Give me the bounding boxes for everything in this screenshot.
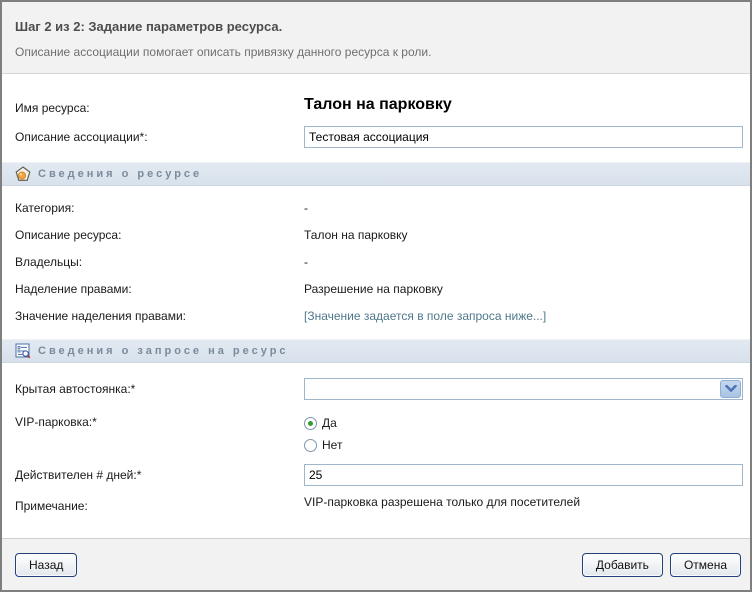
owners-label: Владельцы: bbox=[15, 255, 304, 269]
association-description-input[interactable] bbox=[304, 126, 743, 148]
category-value: - bbox=[304, 201, 750, 215]
detail-row-entitlement-value: Значение наделения правами: [Значение за… bbox=[2, 302, 750, 329]
vip-parking-label: VIP-парковка:* bbox=[15, 412, 304, 429]
vip-yes-label: Да bbox=[322, 416, 337, 430]
footer-bar: Назад Добавить Отмена bbox=[2, 538, 750, 590]
request-details-section-bar: Сведения о запросе на ресурс bbox=[2, 339, 750, 363]
note-value: VIP-парковка разрешена только для посети… bbox=[304, 495, 750, 509]
vip-parking-option-yes[interactable]: Да bbox=[304, 412, 743, 434]
entitlement-value: Разрешение на парковку bbox=[304, 282, 750, 296]
valid-days-row: Действителен # дней:* bbox=[2, 464, 750, 486]
note-label: Примечание: bbox=[15, 495, 304, 513]
page-subtitle: Описание ассоциации помогает описать при… bbox=[15, 45, 736, 59]
entitlement-value-label: Значение наделения правами: bbox=[15, 309, 304, 323]
vip-parking-row: VIP-парковка:* Да Нет bbox=[2, 412, 750, 456]
chevron-down-icon[interactable] bbox=[720, 380, 741, 398]
resource-details-section-bar: Сведения о ресурсе bbox=[2, 162, 750, 186]
covered-parking-row: Крытая автостоянка:* bbox=[2, 378, 750, 400]
entitlement-value-note: [Значение задается в поле запроса ниже..… bbox=[304, 309, 750, 323]
request-details-section-title: Сведения о запросе на ресурс bbox=[38, 345, 289, 357]
detail-row-entitlement: Наделение правами: Разрешение на парковк… bbox=[2, 275, 750, 302]
valid-days-input[interactable] bbox=[304, 464, 743, 486]
vip-parking-option-no[interactable]: Нет bbox=[304, 434, 743, 456]
association-description-row: Описание ассоциации*: bbox=[2, 126, 750, 148]
resource-description-value: Талон на парковку bbox=[304, 228, 750, 242]
association-description-label: Описание ассоциации*: bbox=[15, 126, 304, 144]
wizard-header: Шаг 2 из 2: Задание параметров ресурса. … bbox=[2, 2, 750, 74]
form-content: Имя ресурса: Талон на парковку Описание … bbox=[2, 74, 750, 538]
detail-row-category: Категория: - bbox=[2, 194, 750, 221]
resource-description-label: Описание ресурса: bbox=[15, 228, 304, 242]
covered-parking-label: Крытая автостоянка:* bbox=[15, 378, 304, 396]
note-row: Примечание: VIP-парковка разрешена тольк… bbox=[2, 495, 750, 513]
resource-name-value: Талон на парковку bbox=[304, 96, 452, 113]
add-button[interactable]: Добавить bbox=[582, 553, 663, 577]
back-button[interactable]: Назад bbox=[15, 553, 77, 577]
vip-no-label: Нет bbox=[322, 438, 342, 452]
page-title: Шаг 2 из 2: Задание параметров ресурса. bbox=[15, 19, 736, 34]
radio-selected-icon[interactable] bbox=[304, 417, 317, 430]
wizard-dialog: Шаг 2 из 2: Задание параметров ресурса. … bbox=[0, 0, 752, 592]
list-magnifier-icon bbox=[15, 343, 31, 359]
resource-details-list: Категория: - Описание ресурса: Талон на … bbox=[2, 186, 750, 331]
gem-badge-icon bbox=[15, 166, 31, 182]
entitlement-label: Наделение правами: bbox=[15, 282, 304, 296]
valid-days-label: Действителен # дней:* bbox=[15, 464, 304, 482]
resource-name-row: Имя ресурса: Талон на парковку bbox=[2, 96, 750, 115]
resource-details-section-title: Сведения о ресурсе bbox=[38, 168, 202, 180]
cancel-button[interactable]: Отмена bbox=[670, 553, 741, 577]
covered-parking-select[interactable] bbox=[304, 378, 743, 400]
detail-row-owners: Владельцы: - bbox=[2, 248, 750, 275]
resource-name-label: Имя ресурса: bbox=[15, 96, 304, 115]
detail-row-resource-description: Описание ресурса: Талон на парковку bbox=[2, 221, 750, 248]
owners-value: - bbox=[304, 255, 750, 269]
radio-unselected-icon[interactable] bbox=[304, 439, 317, 452]
category-label: Категория: bbox=[15, 201, 304, 215]
